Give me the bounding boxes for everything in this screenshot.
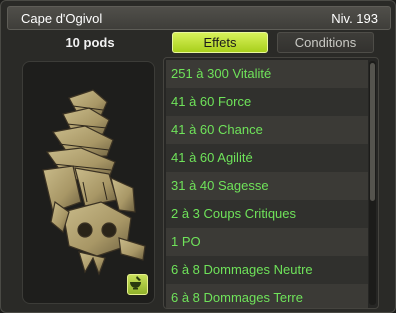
bone-cape-icon [42,89,146,276]
item-weight: 10 pods [65,35,115,50]
item-image-frame [22,61,155,304]
item-tooltip-panel: Cape d'Ogivol Niv. 193 10 pods Effets Co… [0,0,396,313]
effects-list: 251 à 300 Vitalité 41 à 60 Force 41 à 60… [163,57,379,309]
effects-rows: 251 à 300 Vitalité 41 à 60 Force 41 à 60… [166,60,368,308]
item-title-bar: Cape d'Ogivol Niv. 193 [7,6,391,30]
effect-row-critical-hits: 2 à 3 Coups Critiques [166,200,368,228]
effect-row-range: 1 PO [166,228,368,256]
effect-row-earth-damage: 6 à 8 Dommages Terre [166,284,368,308]
effects-scrollbar[interactable] [369,61,376,305]
item-level: Niv. 193 [331,10,378,26]
effect-row-agility: 41 à 60 Agilité [166,144,368,172]
tab-effects[interactable]: Effets [172,32,268,53]
item-name: Cape d'Ogivol [21,10,103,26]
effects-scroll-thumb[interactable] [370,63,375,201]
mortar-pestle-icon[interactable] [127,274,148,295]
effect-row-neutral-damage: 6 à 8 Dommages Neutre [166,256,368,284]
effect-row-vitality: 251 à 300 Vitalité [166,60,368,88]
effect-row-strength: 41 à 60 Force [166,88,368,116]
tab-conditions[interactable]: Conditions [277,32,374,53]
mortar-pestle-glyph [130,276,141,290]
effect-row-chance: 41 à 60 Chance [166,116,368,144]
effect-row-wisdom: 31 à 40 Sagesse [166,172,368,200]
